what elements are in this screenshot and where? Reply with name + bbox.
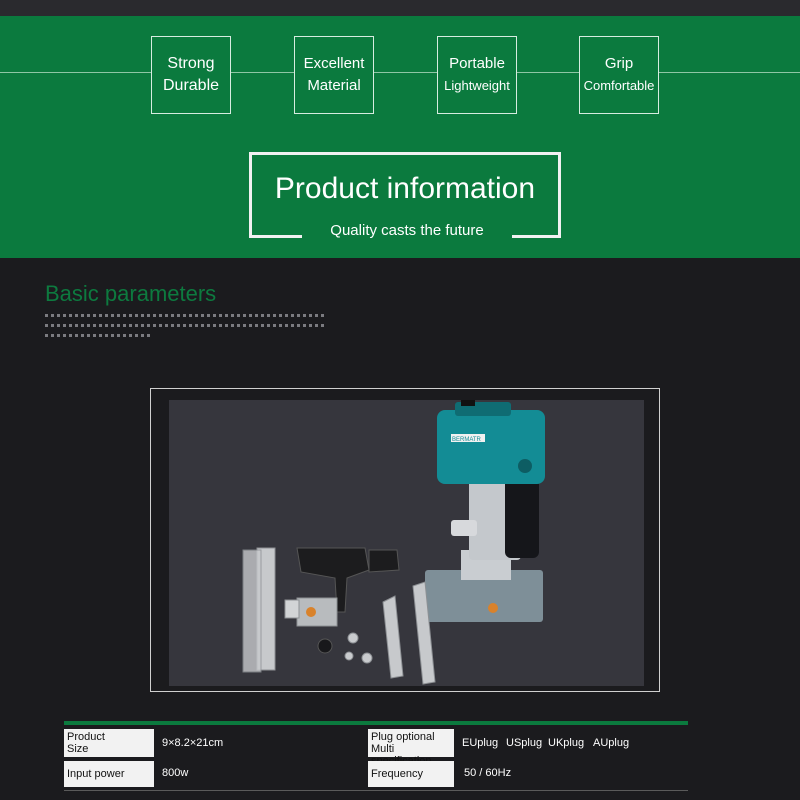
- accessories: [242, 547, 436, 685]
- feature-box-strong: Strong Durable: [151, 36, 231, 114]
- specs-bottom-rule: [64, 790, 688, 791]
- decorative-text-line: [45, 324, 325, 327]
- feature-line-1: Grip: [604, 55, 634, 72]
- frequency-value: 50 / 60Hz: [464, 767, 512, 779]
- plug-option-us: USplug: [506, 737, 543, 749]
- decorative-text-line: [45, 314, 325, 317]
- feature-line-1: Portable: [449, 55, 505, 72]
- feature-connector-line: [0, 72, 800, 73]
- feature-line-2: Lightweight: [444, 78, 510, 93]
- top-strip: [0, 0, 800, 16]
- decorative-text-line: [45, 334, 150, 337]
- feature-line-2: Durable: [162, 77, 220, 94]
- feature-box-excellent: Excellent Material: [294, 36, 374, 114]
- basic-parameters-title: Basic parameters: [45, 281, 217, 306]
- feature-box-grip: Grip Comfortable: [579, 36, 659, 114]
- feature-line-2: Material: [307, 77, 361, 94]
- specs-top-rule: [64, 721, 688, 725]
- product-info-title: Product information: [274, 172, 536, 205]
- feature-line-1: Strong: [167, 55, 215, 72]
- feature-line-2: Comfortable: [583, 78, 655, 93]
- feature-box-portable: Portable Lightweight: [437, 36, 517, 114]
- size-label-line-2: Size: [67, 743, 89, 755]
- frequency-label: Frequency: [368, 761, 454, 787]
- size-value: 9×8.2×21cm: [162, 737, 224, 749]
- product-image: BERMATR: [169, 400, 644, 686]
- product-info-subtitle: Quality casts the future: [330, 222, 484, 239]
- power-value: 800w: [162, 767, 189, 779]
- size-label-line-1: Product: [67, 731, 105, 743]
- plug-option-uk: UKplug: [548, 737, 585, 749]
- brand-label: BERMATR: [452, 437, 482, 443]
- plug-option-au: AUplug: [593, 737, 630, 749]
- spec-label-cell: Product Size: [64, 729, 154, 757]
- power-label: Input power: [64, 761, 154, 787]
- plug-option-eu: EUplug: [462, 737, 499, 749]
- plug-label-line-1: Plug optional: [371, 731, 435, 743]
- trimmer-illustration: BERMATR: [242, 400, 545, 685]
- trimmer-body: BERMATR: [425, 400, 545, 622]
- spec-label-cell: Plug optional Multi specification: [368, 729, 454, 767]
- feature-line-1: Excellent: [303, 55, 365, 72]
